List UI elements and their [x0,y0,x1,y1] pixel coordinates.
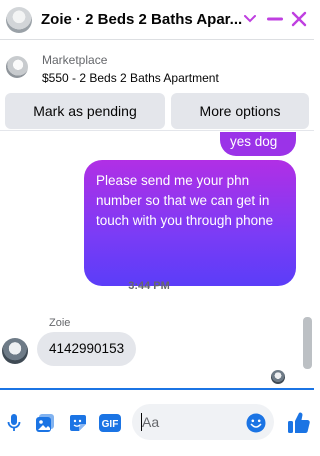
more-options-button[interactable]: More options [171,93,309,129]
marketplace-label: Marketplace [42,53,108,67]
message-composer: GIF [0,388,314,456]
incoming-message[interactable]: 4142990153 [37,332,137,366]
sender-name: Zoie [49,317,71,329]
emoji-icon[interactable] [245,412,267,434]
thread-scrollbar[interactable] [303,317,312,369]
gif-icon[interactable]: GIF [99,412,121,434]
close-icon[interactable] [288,8,310,30]
text-caret [141,413,142,431]
chat-window: Zoie · 2 Beds 2 Baths Apar... Marketplac… [0,0,314,456]
microphone-icon[interactable] [3,412,25,434]
mark-as-pending-button[interactable]: Mark as pending [5,93,165,129]
gif-icon-label: GIF [102,419,119,430]
contact-avatar[interactable] [6,6,32,33]
chat-header: Zoie · 2 Beds 2 Baths Apar... [0,0,314,40]
message-thread[interactable]: yes dog Please send me your phn number s… [0,132,314,387]
seen-receipt-avatar [271,370,285,384]
sender-avatar[interactable] [2,338,28,364]
message-timestamp: 3:44 PM [128,280,170,292]
sticker-icon[interactable] [67,412,89,434]
minimize-icon[interactable] [264,8,286,30]
outgoing-message[interactable]: Please send me your phn number so that w… [84,160,296,286]
listing-thumbnail[interactable] [6,56,28,78]
photo-icon[interactable] [34,412,56,434]
listing-title[interactable]: $550 - 2 Beds 2 Baths Apartment [42,71,219,85]
outgoing-message-partial[interactable]: yes dog [220,132,296,156]
marketplace-banner: Marketplace $550 - 2 Beds 2 Baths Apartm… [0,41,314,131]
chevron-down-icon[interactable] [239,8,261,30]
like-icon[interactable] [286,410,312,436]
chat-title[interactable]: Zoie · 2 Beds 2 Baths Apar... [41,11,261,28]
